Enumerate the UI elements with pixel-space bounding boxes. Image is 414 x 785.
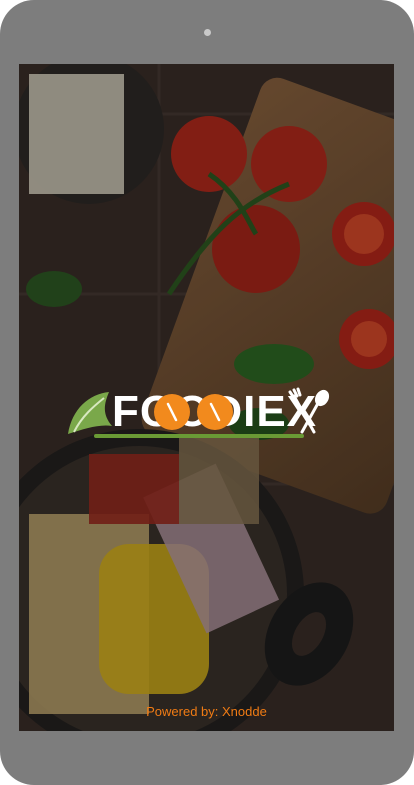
foodiex-logo: FOODIEX — [64, 384, 334, 442]
fork-spoon-icon — [288, 387, 330, 434]
tablet-frame: FOODIEX Powered by: Xnodde — [0, 0, 414, 785]
splash-screen: FOODIEX Powered by: Xnodde — [19, 64, 394, 731]
logo-accents — [154, 387, 330, 434]
front-camera-icon — [204, 29, 211, 36]
powered-by-label: Powered by: Xnodde — [146, 704, 267, 719]
